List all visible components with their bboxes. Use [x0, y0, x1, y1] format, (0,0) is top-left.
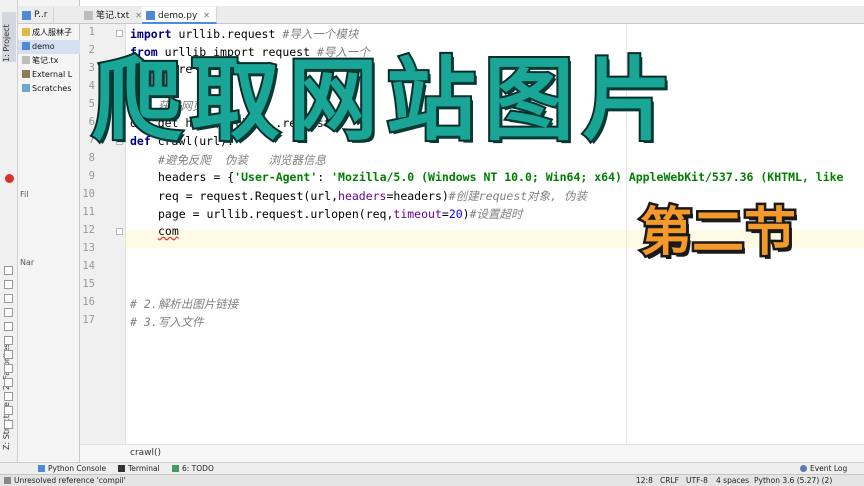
python-console-icon: [38, 465, 45, 472]
status-bar: Unresolved reference 'compil' 12:8 CRLF …: [0, 474, 864, 486]
breadcrumb[interactable]: crawl(): [80, 444, 864, 462]
line-number: 6: [88, 116, 95, 128]
line-number: 4: [88, 80, 95, 92]
fold-marker-icon[interactable]: [116, 30, 123, 37]
status-message: Unresolved reference 'compil': [4, 475, 126, 486]
structure-side-widgets: [0, 150, 18, 450]
python-file-icon: [22, 11, 31, 20]
checkbox[interactable]: [4, 350, 13, 359]
event-log-icon: [800, 465, 807, 472]
bottom-tool-bar: Python Console Terminal 6: TODO Event Lo…: [0, 462, 864, 474]
nar-label: Nar: [20, 258, 35, 267]
todo-button[interactable]: 6: TODO: [172, 463, 214, 474]
close-icon[interactable]: ✕: [203, 11, 210, 20]
python-file-icon: [22, 42, 30, 50]
line-number: 1: [88, 26, 95, 38]
line-number: 9: [88, 170, 95, 182]
line-number: 17: [82, 314, 95, 326]
line-separator[interactable]: CRLF: [660, 475, 679, 486]
code-line-1: import urllib.request #导入一个模块: [130, 27, 359, 41]
event-log-button[interactable]: Event Log: [800, 463, 847, 474]
line-number: 2: [88, 44, 95, 56]
tab-project-file[interactable]: P..r: [18, 7, 55, 24]
fold-marker-icon[interactable]: [116, 228, 123, 235]
checkbox[interactable]: [4, 420, 13, 429]
code-line-17: # 3.写入文件: [130, 315, 204, 329]
editor-tab-bar: P..r 笔记.txt ✕ demo.py ✕: [18, 6, 864, 24]
indent-setting[interactable]: 4 spaces: [716, 475, 749, 486]
line-number: 15: [82, 278, 95, 290]
overlay-section-label: 第二节: [638, 201, 799, 266]
tab-demo-py[interactable]: demo.py ✕: [142, 7, 217, 24]
checkbox[interactable]: [4, 336, 13, 345]
library-icon: [22, 70, 30, 78]
line-number: 16: [82, 296, 95, 308]
overlay-title: 爬取网站图片: [90, 46, 680, 155]
line-number: 5: [88, 98, 95, 110]
python-file-icon: [146, 11, 155, 20]
checkbox[interactable]: [4, 280, 13, 289]
checkbox[interactable]: [4, 392, 13, 401]
checkbox[interactable]: [4, 322, 13, 331]
line-number: 13: [82, 242, 95, 254]
checkbox[interactable]: [4, 308, 13, 317]
code-line-10: req = request.Request(url,headers=header…: [158, 189, 588, 203]
python-console-button[interactable]: Python Console: [38, 463, 106, 474]
checkbox[interactable]: [4, 378, 13, 387]
checkbox[interactable]: [4, 406, 13, 415]
code-line-11: page = urllib.request.urlopen(req,timeou…: [158, 207, 523, 221]
line-number: 3: [88, 62, 95, 74]
stop-icon[interactable]: [5, 174, 14, 183]
checkbox[interactable]: [4, 266, 13, 275]
line-number: 14: [82, 260, 95, 272]
close-icon[interactable]: ✕: [135, 11, 142, 20]
file-encoding[interactable]: UTF-8: [686, 475, 708, 486]
line-number: 7: [88, 134, 95, 146]
line-number: 11: [82, 206, 95, 218]
line-number: 10: [82, 188, 95, 200]
scratches-icon: [22, 84, 30, 92]
tab-notes[interactable]: 笔记.txt ✕: [80, 7, 149, 24]
caret-position[interactable]: 12:8: [636, 475, 653, 486]
todo-icon: [172, 465, 179, 472]
terminal-button[interactable]: Terminal: [118, 463, 160, 474]
text-file-icon: [84, 11, 93, 20]
code-line-9: headers = {'User-Agent': 'Mozilla/5.0 (W…: [158, 170, 844, 184]
terminal-icon: [118, 465, 125, 472]
text-file-icon: [22, 56, 30, 64]
line-number: 8: [88, 152, 95, 164]
checkbox[interactable]: [4, 294, 13, 303]
line-number: 12: [82, 224, 95, 236]
warning-icon: [4, 477, 11, 484]
fil-label: Fil: [20, 190, 29, 199]
python-interpreter[interactable]: Python 3.6 (5.27) (2): [754, 475, 832, 486]
code-line-16: # 2.解析出图片链接: [130, 297, 239, 311]
code-line-12[interactable]: com: [158, 224, 179, 238]
folder-icon: [22, 28, 30, 36]
checkbox[interactable]: [4, 364, 13, 373]
project-tool-tab[interactable]: 1: Project: [2, 12, 16, 62]
